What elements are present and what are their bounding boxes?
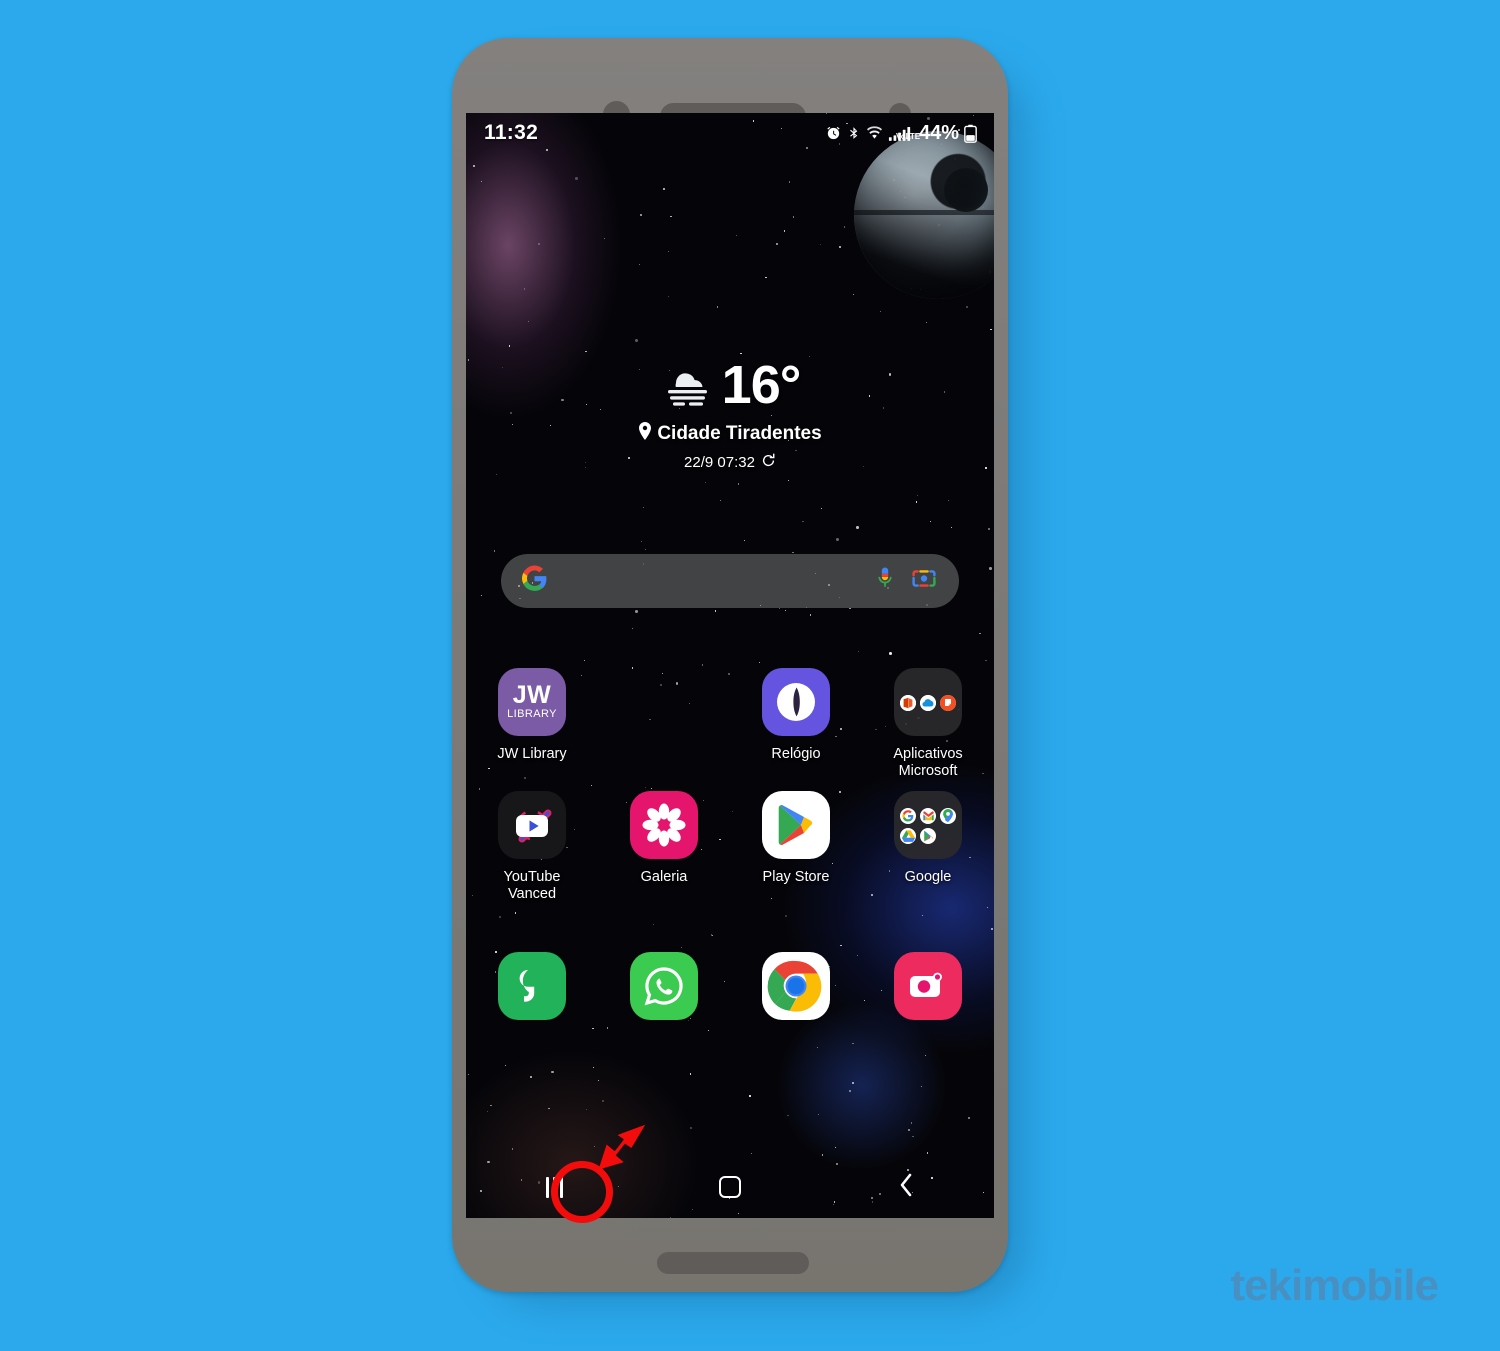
back-icon <box>897 1172 915 1203</box>
google-search-bar[interactable] <box>501 554 959 608</box>
navigation-bar <box>466 1156 994 1218</box>
weather-location-label: Cidade Tiradentes <box>657 423 822 444</box>
dock-app-whatsapp[interactable] <box>598 951 730 1030</box>
play-icon <box>920 827 936 844</box>
whatsapp-icon[interactable] <box>630 951 698 1020</box>
maps-icon <box>940 807 956 824</box>
clock-icon[interactable] <box>762 668 830 736</box>
jw-icon-text-sub: LIBRARY <box>507 708 557 721</box>
google-search-icon <box>900 807 916 824</box>
recents-button[interactable] <box>466 1156 642 1218</box>
microphone-icon[interactable] <box>875 566 895 597</box>
status-icons-group: VoLTE 44% <box>825 122 977 145</box>
fog-cloud-icon <box>660 359 716 412</box>
weather-updated-row[interactable]: 22/9 07:32 <box>466 453 994 472</box>
screenshot-canvas: 11:32 VoLTE 44% 16° Cidade Tiradentes 22… <box>0 0 1500 1351</box>
app-label: YouTube Vanced <box>503 868 561 903</box>
dock-app-camera[interactable] <box>862 951 994 1030</box>
microsoft-folder-icon[interactable] <box>894 668 962 736</box>
phone-bottom-speaker <box>657 1252 809 1274</box>
sticky-notes-icon <box>940 695 956 711</box>
status-clock: 11:32 <box>484 121 539 144</box>
gallery-icon[interactable] <box>630 790 698 859</box>
bluetooth-icon <box>847 124 861 142</box>
weather-location-row: Cidade Tiradentes <box>466 422 994 446</box>
phone-device: 11:32 VoLTE 44% 16° Cidade Tiradentes 22… <box>452 38 1008 1292</box>
dock-app-chrome[interactable] <box>730 951 862 1030</box>
back-button[interactable] <box>818 1156 994 1218</box>
home-button[interactable] <box>642 1156 818 1218</box>
google-folder-icon[interactable] <box>894 790 962 859</box>
folder-google[interactable]: Google <box>862 790 994 904</box>
app-row-1: JW LIBRARY JW Library Relógio Aplicativo… <box>466 668 994 781</box>
onedrive-icon <box>920 695 936 711</box>
app-jw-library[interactable]: JW LIBRARY JW Library <box>466 668 598 781</box>
office-icon <box>900 695 916 711</box>
phone-icon[interactable] <box>498 951 566 1020</box>
status-bar: 11:32 VoLTE 44% <box>466 113 994 153</box>
app-label: Galeria <box>640 868 688 885</box>
dock-app-phone[interactable] <box>466 951 598 1030</box>
folder-preview-grid <box>900 806 956 844</box>
camera-icon[interactable] <box>894 951 962 1020</box>
alarm-icon <box>825 125 842 142</box>
wifi-icon <box>866 125 883 141</box>
home-icon <box>719 1176 741 1198</box>
folder-aplicativos-microsoft[interactable]: Aplicativos Microsoft <box>862 668 994 781</box>
play-store-icon[interactable] <box>762 790 830 859</box>
weather-widget[interactable]: 16° Cidade Tiradentes 22/9 07:32 <box>466 358 994 472</box>
phone-screen: 11:32 VoLTE 44% 16° Cidade Tiradentes 22… <box>466 113 994 1218</box>
jw-library-icon[interactable]: JW LIBRARY <box>498 668 566 736</box>
watermark: tekimobile <box>1230 1261 1439 1310</box>
folder-preview-grid <box>900 693 956 711</box>
weather-updated-label: 22/9 07:32 <box>684 454 755 471</box>
google-g-icon <box>521 565 548 597</box>
app-play-store[interactable]: Play Store <box>730 790 862 904</box>
app-label: Google <box>904 868 952 885</box>
app-label: Aplicativos Microsoft <box>893 746 963 780</box>
app-row-2: YouTube Vanced Galeria Play Store Google <box>466 790 994 904</box>
battery-percent-label: 44% <box>918 121 959 144</box>
recents-icon <box>545 1176 563 1198</box>
drive-icon <box>900 827 916 844</box>
volte-label: VoLTE <box>895 131 921 141</box>
refresh-icon[interactable] <box>761 453 776 472</box>
app-galeria[interactable]: Galeria <box>598 790 730 904</box>
battery-icon <box>964 124 977 143</box>
volte-icon: VoLTE <box>888 125 920 142</box>
wallpaper <box>466 113 994 1218</box>
location-pin-icon <box>638 422 652 446</box>
phone-top-bezel <box>452 38 1008 132</box>
jw-icon-text-main: JW <box>512 680 552 709</box>
youtube-vanced-icon[interactable] <box>498 790 566 859</box>
chrome-icon[interactable] <box>762 951 830 1020</box>
weather-temperature: 16° <box>721 355 802 415</box>
google-lens-icon[interactable] <box>911 567 937 596</box>
app-label: Play Store <box>762 868 830 885</box>
gmail-icon <box>920 807 936 824</box>
app-label: JW Library <box>497 746 567 762</box>
weather-main-row: 16° <box>466 358 994 412</box>
app-youtube-vanced[interactable]: YouTube Vanced <box>466 790 598 904</box>
app-label: Relógio <box>771 746 821 762</box>
app-grid: JW LIBRARY JW Library Relógio Aplicativo… <box>466 668 994 1040</box>
dock <box>466 951 994 1030</box>
app-relogio[interactable]: Relógio <box>730 668 862 781</box>
